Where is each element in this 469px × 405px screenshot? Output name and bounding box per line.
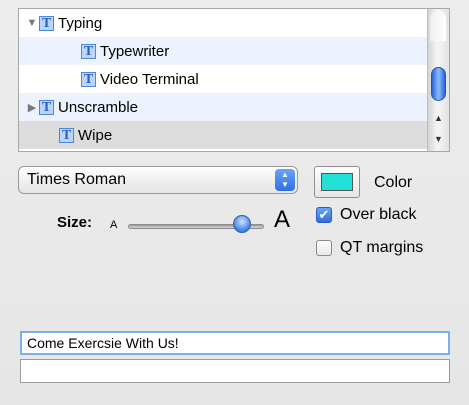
- title-t-icon: T: [59, 127, 74, 143]
- list-scrollbar[interactable]: ▲ ▼: [427, 9, 449, 151]
- list-item-label: Unscramble: [58, 98, 139, 116]
- text-settings-panel: ▼ T Typing T Typewriter T Video Terminal…: [0, 0, 469, 405]
- list-item-label: Typewriter: [100, 42, 170, 60]
- size-label: Size:: [57, 214, 93, 231]
- title-text-field-2[interactable]: [20, 359, 450, 383]
- list-item-video-terminal[interactable]: T Video Terminal: [19, 65, 429, 93]
- list-item-unscramble[interactable]: ▶ T Unscramble: [19, 93, 429, 121]
- size-small-a: A: [110, 219, 118, 231]
- color-label: Color: [374, 174, 413, 191]
- list-item-typewriter[interactable]: T Typewriter: [19, 37, 429, 65]
- scrollbar-cap: [430, 11, 446, 41]
- disclosure-down-icon[interactable]: ▼: [25, 17, 39, 29]
- title-t-icon: T: [39, 15, 54, 31]
- transition-list[interactable]: ▼ T Typing T Typewriter T Video Terminal…: [18, 8, 450, 152]
- list-item-typing[interactable]: ▼ T Typing: [19, 9, 429, 37]
- disclosure-right-icon[interactable]: ▶: [25, 101, 39, 114]
- popup-arrows-icon: ▲ ▼: [275, 169, 295, 191]
- color-swatch: [321, 173, 353, 191]
- list-item-label: Typing: [58, 14, 103, 32]
- title-t-icon: T: [81, 71, 96, 87]
- qt-margins-checkbox[interactable]: [316, 240, 332, 256]
- over-black-checkbox[interactable]: ✔: [316, 207, 332, 223]
- qt-margins-label: QT margins: [340, 239, 424, 256]
- font-popup[interactable]: Times Roman ▲ ▼: [18, 166, 298, 194]
- title-t-icon: T: [81, 43, 96, 59]
- list-item-label: Wipe: [78, 126, 113, 144]
- color-well-button[interactable]: [314, 166, 360, 198]
- scroll-up-arrow-icon[interactable]: ▲: [428, 108, 449, 128]
- list-item-label: Video Terminal: [100, 70, 199, 88]
- title-t-icon: T: [39, 99, 54, 115]
- size-large-a: A: [274, 206, 291, 233]
- over-black-label: Over black: [340, 206, 417, 223]
- scrollbar-thumb[interactable]: [431, 67, 446, 101]
- scroll-down-arrow-icon[interactable]: ▼: [428, 129, 449, 149]
- title-text-field-1[interactable]: [20, 331, 450, 355]
- font-popup-value: Times Roman: [27, 171, 126, 188]
- list-item-wipe[interactable]: T Wipe: [19, 121, 429, 149]
- size-slider-knob[interactable]: [233, 215, 252, 233]
